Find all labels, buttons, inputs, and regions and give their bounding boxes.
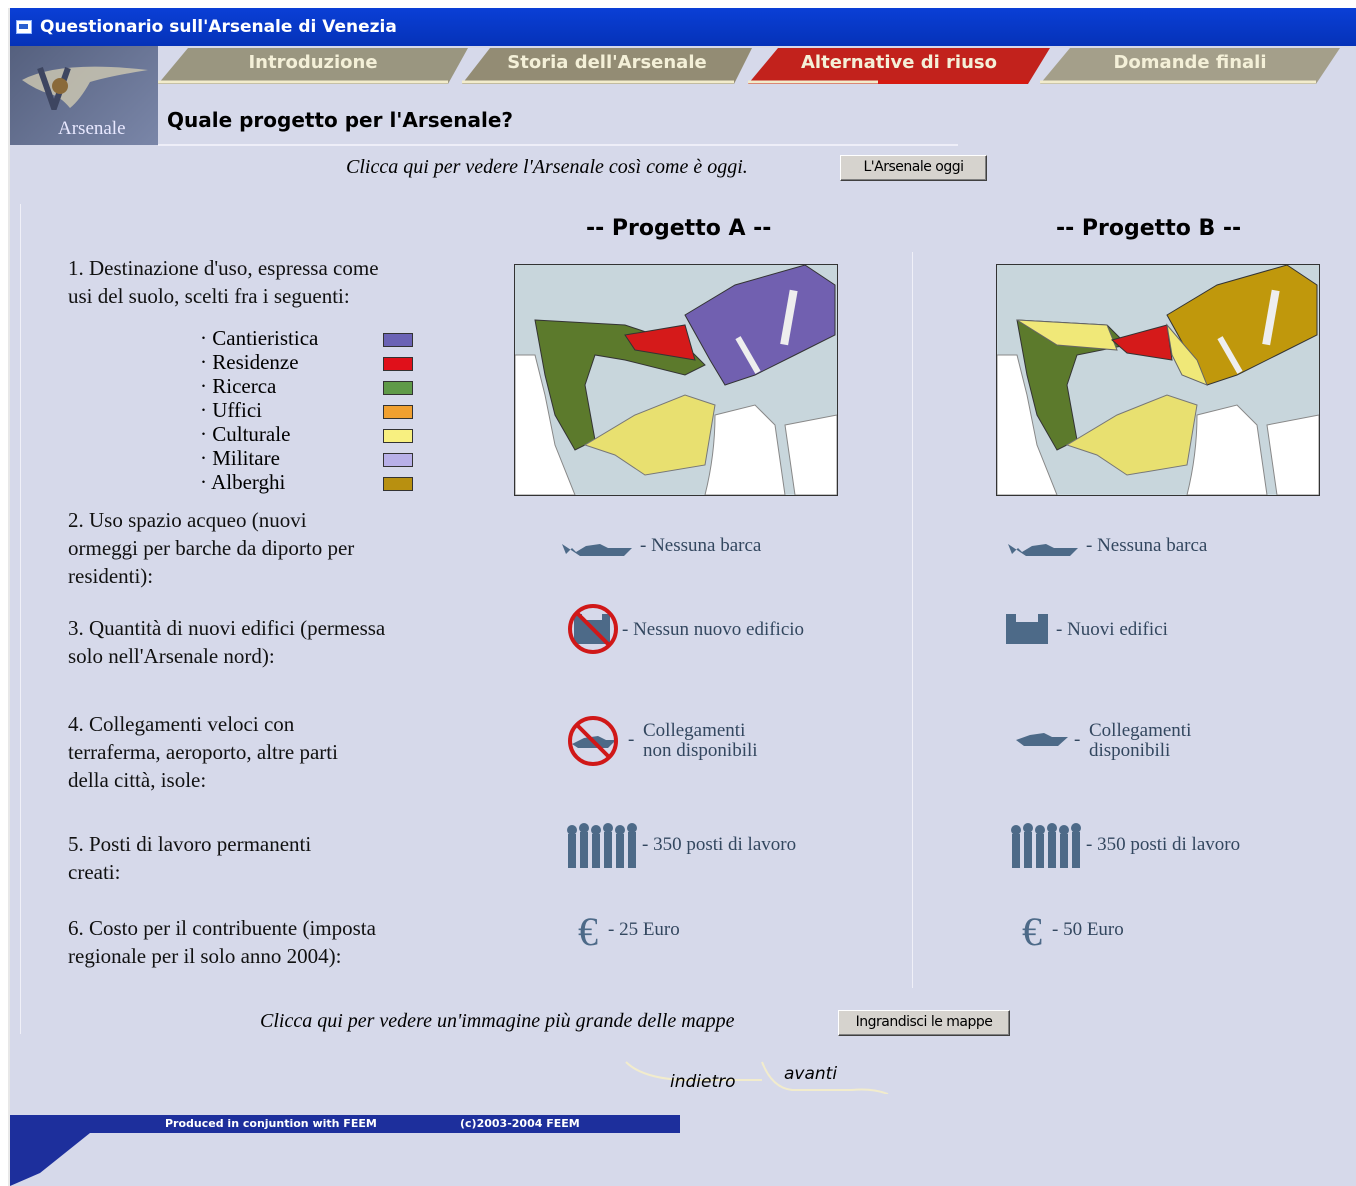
question-5: 5. Posti di lavoro permanenti creati: (68, 832, 312, 884)
question-2: 2. Uso spazio acqueo (nuovi ormeggi per … (68, 508, 355, 588)
footer-corner (10, 1133, 90, 1186)
answer-a-q5: - 350 posti di lavoro (642, 834, 797, 855)
arsenale-logo: Arsenale (10, 46, 158, 145)
legend-swatch (383, 429, 413, 443)
legend-item: · Uffici (200, 398, 415, 422)
workers-icon (567, 823, 637, 868)
footer-produced: Produced in conjuntion with FEEM (165, 1117, 377, 1130)
question-6: 6. Costo per il contribuente (imposta re… (68, 916, 376, 968)
project-b-heading: -- Progetto B -- (1056, 216, 1242, 241)
left-divider (20, 204, 21, 1034)
legend-item: · Militare (200, 446, 415, 470)
ingrandisci-mappe-button[interactable]: Ingrandisci le mappe (838, 1010, 1010, 1036)
no-building-icon (568, 604, 618, 654)
boat-icon (562, 544, 632, 556)
application-window: Questionario sull'Arsenale di Venezia Ar… (8, 8, 1356, 1186)
nav-arrows (625, 1061, 889, 1094)
bottom-note: Clicca qui per vedere un'immagine più gr… (260, 1010, 735, 1032)
footer-bar: Produced in conjuntion with FEEM (c)2003… (10, 1115, 680, 1133)
legend-item: · Ricerca (200, 374, 415, 398)
tab-domande-finali[interactable]: Domande finali (1040, 48, 1340, 84)
page-title: Quale progetto per l'Arsenale? (167, 108, 513, 132)
answer-b-q4-dash: - (1074, 729, 1081, 750)
winged-lion-icon (22, 66, 148, 110)
tab-alternative[interactable]: Alternative di riuso (748, 48, 1050, 84)
answer-b-q6: - 50 Euro (1052, 919, 1124, 940)
new-building-icon (1006, 614, 1048, 644)
next-link[interactable]: avanti (784, 1064, 837, 1084)
center-divider (912, 252, 913, 988)
answer-a-q6: - 25 Euro (608, 919, 680, 940)
footer-copyright: (c)2003-2004 FEEM (460, 1117, 580, 1130)
logo-text: Arsenale (58, 118, 126, 139)
question-1: 1. Destinazione d'uso, espressa come usi… (68, 256, 379, 308)
project-a-heading: -- Progetto A -- (586, 216, 772, 241)
answer-b-q2: - Nessuna barca (1086, 535, 1208, 556)
answer-a-q3: - Nessun nuovo edificio (622, 619, 805, 640)
answer-b-q3: - Nuovi edifici (1056, 619, 1168, 640)
answer-a-q4: Collegamenti non disponibili (643, 720, 758, 761)
boat-icon (1008, 544, 1078, 556)
land-use-legend: · Cantieristica · Residenze · Ricerca · … (200, 326, 415, 494)
fast-link-icon (1016, 733, 1068, 746)
question-3: 3. Quantità di nuovi edifici (permessa s… (68, 616, 386, 668)
workers-icon (1011, 823, 1081, 868)
euro-icon: € (578, 909, 598, 954)
map-project-b (996, 264, 1320, 496)
legend-item: · Residenze (200, 350, 415, 374)
window-title: Questionario sull'Arsenale di Venezia (40, 17, 397, 37)
legend-swatch (383, 405, 413, 419)
legend-swatch (383, 333, 413, 347)
legend-item: · Culturale (200, 422, 415, 446)
legend-swatch (383, 381, 413, 395)
tab-storia[interactable]: Storia dell'Arsenale (462, 48, 752, 84)
answer-a-q2: - Nessuna barca (640, 535, 762, 556)
question-4: 4. Collegamenti veloci con terraferma, a… (68, 712, 338, 792)
answer-a-q4-dash: - (628, 729, 635, 750)
map-project-a (514, 264, 838, 496)
window-icon (16, 20, 32, 34)
legend-swatch (383, 357, 413, 371)
answer-b-q4: Collegamenti disponibili (1089, 720, 1192, 761)
euro-icon: € (1022, 909, 1042, 954)
back-link[interactable]: indietro (670, 1072, 736, 1092)
answer-b-q5: - 350 posti di lavoro (1086, 834, 1241, 855)
title-divider (158, 144, 958, 146)
tab-introduzione[interactable]: Introduzione (158, 48, 468, 84)
legend-item: · Alberghi (200, 470, 415, 494)
legend-swatch (383, 453, 413, 467)
legend-swatch (383, 477, 413, 491)
top-note: Clicca qui per vedere l'Arsenale così co… (346, 156, 748, 178)
title-bar: Questionario sull'Arsenale di Venezia (10, 8, 1356, 46)
legend-item: · Cantieristica (200, 326, 415, 350)
no-fast-link-icon (568, 716, 618, 766)
arsenale-oggi-button[interactable]: L'Arsenale oggi (840, 155, 987, 181)
